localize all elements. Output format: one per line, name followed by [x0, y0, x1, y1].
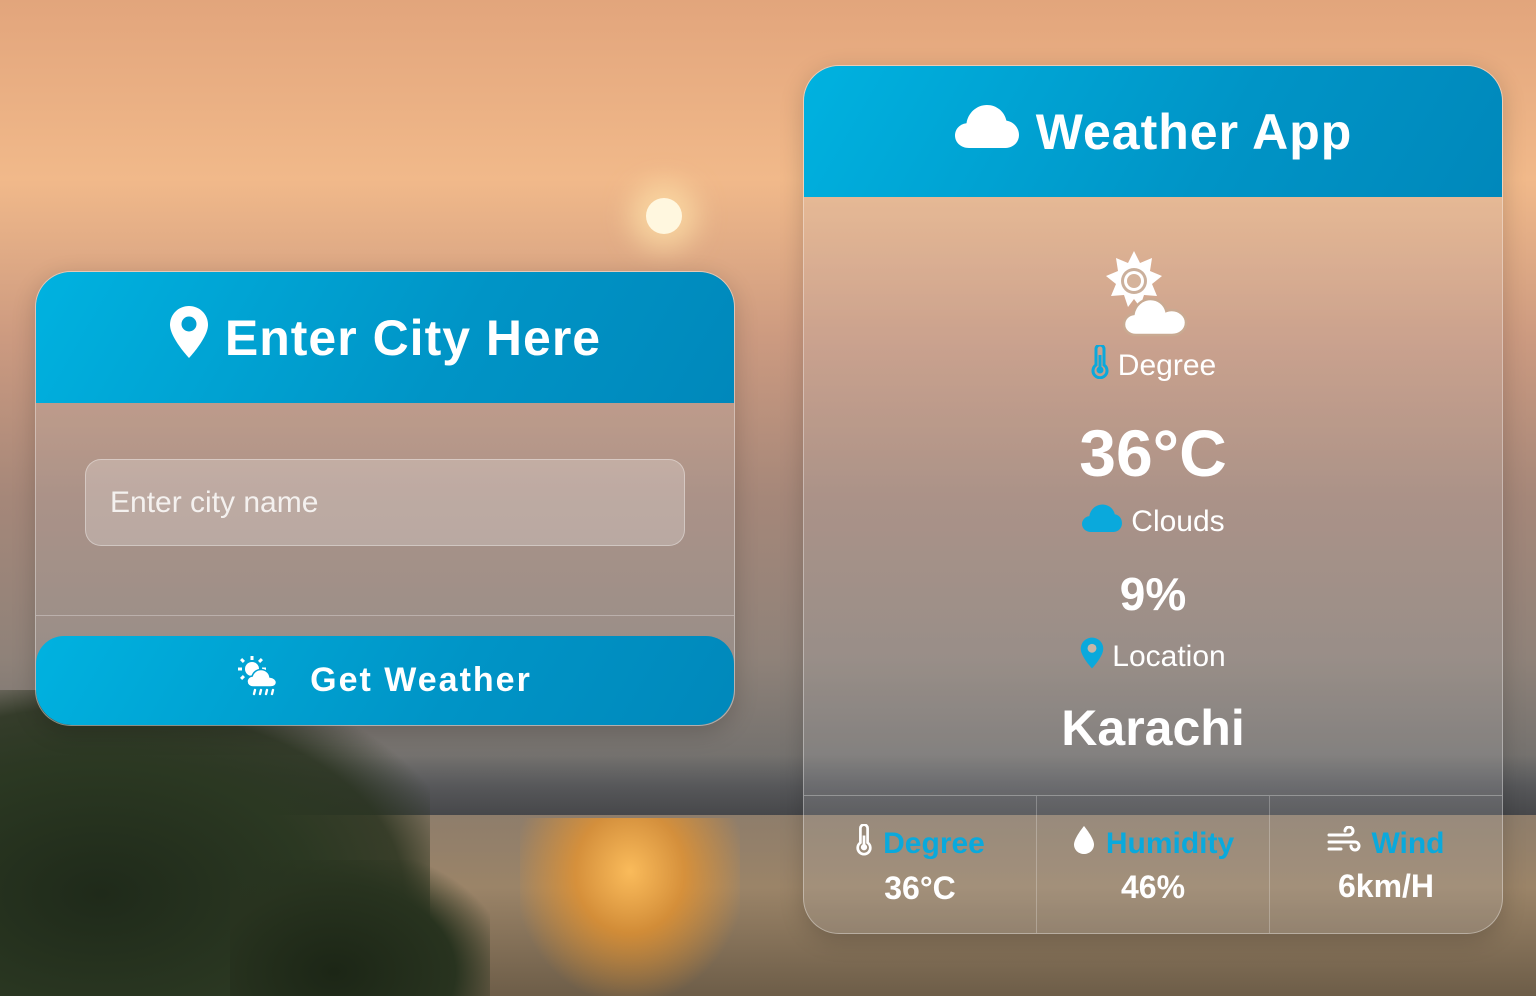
city-card-body: [36, 403, 734, 616]
weather-card-title: Weather App: [1035, 103, 1353, 160]
wind-icon: [1327, 825, 1361, 862]
sun-reflection: [520, 818, 740, 996]
cloud-icon: [1081, 503, 1123, 541]
sun-behind-cloud-icon: [1094, 249, 1204, 339]
stat-degree-label: Degree: [883, 826, 985, 860]
city-search-card: Enter City Here Get We: [35, 271, 735, 726]
weather-stats-bar: Degree 36°C Humidity 46% Wind 6km/H: [804, 795, 1502, 933]
degree-label: Degree: [1117, 349, 1217, 382]
degree-label-row: Degree: [804, 343, 1502, 387]
location-label: Location: [1112, 640, 1226, 673]
location-pin-icon: [1080, 637, 1104, 677]
stat-wind-label: Wind: [1371, 826, 1445, 860]
clouds-label: Clouds: [1131, 505, 1225, 538]
city-card-title: Enter City Here: [224, 309, 602, 366]
city-name-input[interactable]: [85, 459, 685, 546]
stat-humidity-value: 46%: [1120, 868, 1186, 905]
clouds-label-row: Clouds: [804, 503, 1502, 541]
location-label-row: Location: [804, 637, 1502, 677]
weather-card-body: Degree 36°C Clouds 9% Location Karachi: [804, 197, 1502, 795]
stat-degree-value: 36°C: [884, 869, 956, 906]
clouds-value: 9%: [1119, 568, 1187, 620]
thermometer-icon: [1090, 343, 1110, 387]
location-value: Karachi: [1061, 700, 1245, 756]
stat-humidity-label: Humidity: [1105, 826, 1235, 860]
sun: [646, 198, 682, 234]
stat-wind: Wind 6km/H: [1270, 796, 1502, 933]
foreground-bushes: [230, 860, 490, 996]
sun-cloud-rain-icon: [238, 656, 284, 705]
degree-value: 36°C: [1079, 416, 1227, 490]
get-weather-button[interactable]: Get Weather: [36, 636, 734, 725]
cloud-icon: [954, 103, 1020, 161]
stat-degree: Degree 36°C: [804, 796, 1037, 933]
stat-wind-value: 6km/H: [1337, 867, 1435, 904]
water-drop-icon: [1072, 825, 1096, 863]
stat-humidity: Humidity 46%: [1037, 796, 1270, 933]
location-pin-icon: [169, 305, 209, 371]
thermometer-icon: [855, 822, 873, 864]
get-weather-label: Get Weather: [310, 661, 532, 699]
city-card-header: Enter City Here: [36, 272, 734, 403]
weather-result-card: Weather App Degree 36°C Clouds 9% Locati…: [803, 65, 1503, 934]
weather-card-header: Weather App: [804, 66, 1502, 197]
